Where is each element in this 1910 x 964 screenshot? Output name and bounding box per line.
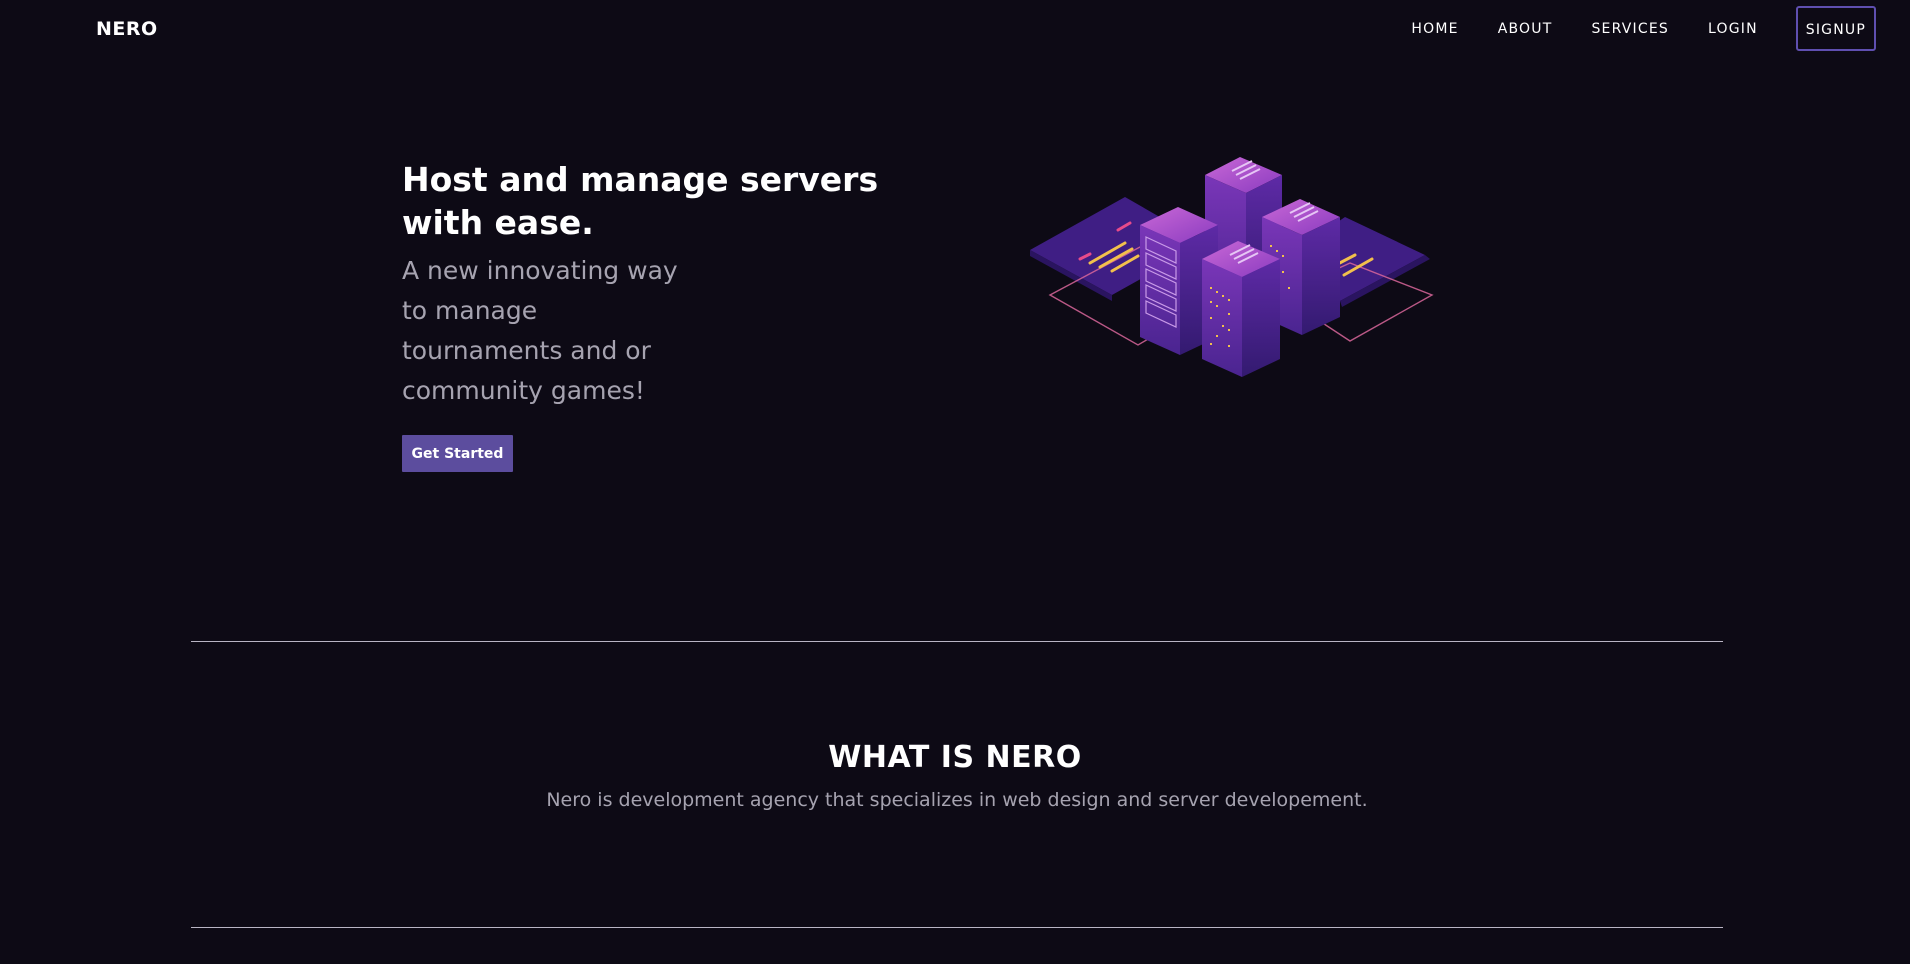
hero-subtitle: A new innovating way to manage tournamen… xyxy=(402,256,678,405)
section-divider-top xyxy=(191,641,1723,642)
server-illustration-icon xyxy=(1030,157,1434,377)
section-divider-bottom xyxy=(191,927,1723,928)
get-started-button[interactable]: Get Started xyxy=(402,435,513,472)
about-section-description: Nero is development agency that speciali… xyxy=(546,789,1368,811)
nav-services-link[interactable]: SERVICES xyxy=(1591,21,1669,37)
nav-login-link[interactable]: LOGIN xyxy=(1708,21,1758,37)
nav-home-link[interactable]: HOME xyxy=(1411,21,1458,37)
hero-title: Host and manage servers with ease. xyxy=(402,160,879,242)
server-rack-front xyxy=(1202,241,1280,377)
nav-about-link[interactable]: ABOUT xyxy=(1498,21,1553,37)
main-nav: HOME ABOUT SERVICES LOGIN SIGNUP xyxy=(1372,6,1876,51)
brand-logo[interactable]: NERO xyxy=(96,18,158,40)
signup-button[interactable]: SIGNUP xyxy=(1795,6,1876,51)
landing-page: NERO HOME ABOUT SERVICES LOGIN SIGNUP Ho… xyxy=(0,0,1910,964)
about-section-title: WHAT IS NERO xyxy=(828,740,1082,775)
